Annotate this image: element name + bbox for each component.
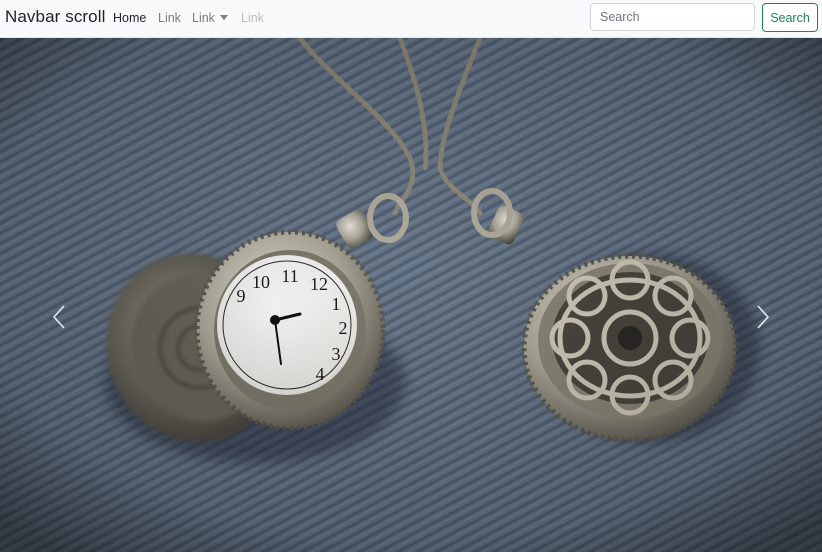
carousel-image: 10 11 12 1 2 3 4 9	[0, 38, 822, 552]
navbar: Navbar scroll Home Link Link Link Search	[0, 0, 822, 38]
chevron-right-icon	[757, 305, 770, 329]
nav-link-dropdown[interactable]: Link	[192, 11, 228, 25]
carousel: 10 11 12 1 2 3 4 9	[0, 38, 822, 552]
carousel-next-button[interactable]	[702, 38, 822, 552]
nav-link-dropdown-label: Link	[192, 11, 215, 25]
caret-down-icon	[219, 15, 228, 20]
nav-link-home[interactable]: Home	[113, 11, 146, 25]
carousel-prev-button[interactable]	[0, 38, 120, 552]
navbar-brand[interactable]: Navbar scroll	[5, 7, 106, 27]
chevron-left-icon	[52, 305, 65, 329]
search-button[interactable]: Search	[762, 3, 818, 32]
search-input[interactable]	[590, 3, 755, 31]
nav-link-disabled: Link	[241, 11, 264, 25]
nav-link[interactable]: Link	[158, 11, 181, 25]
